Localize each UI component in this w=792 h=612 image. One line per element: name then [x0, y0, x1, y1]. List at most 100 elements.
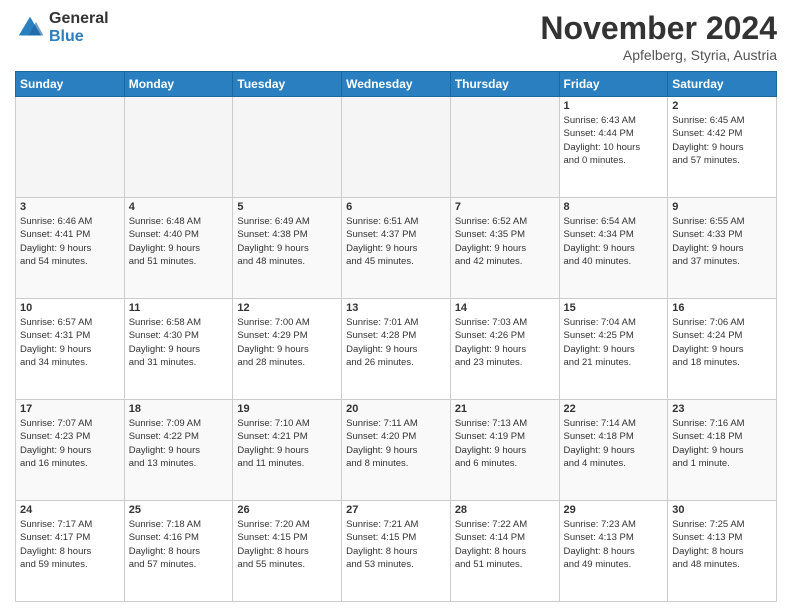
location: Apfelberg, Styria, Austria: [540, 47, 777, 63]
day-number: 9: [672, 201, 772, 213]
day-info: Sunrise: 6:46 AM Sunset: 4:41 PM Dayligh…: [20, 215, 120, 268]
week-row-0: 1Sunrise: 6:43 AM Sunset: 4:44 PM Daylig…: [16, 97, 777, 198]
day-cell-3-6: 23 Sunrise: 7:16 AM Sunset: 4:18 PM Dayli…: [668, 400, 777, 501]
day-number: 23: [672, 403, 772, 415]
day-cell-1-5: 8Sunrise: 6:54 AM Sunset: 4:34 PM Daylig…: [559, 198, 668, 299]
day-info: Sunrise: 7:11 AM Sunset: 4:20 PM Dayligh…: [346, 417, 446, 470]
day-info: Sunrise: 6:54 AM Sunset: 4:34 PM Dayligh…: [564, 215, 664, 268]
day-cell-0-6: 2 Sunrise: 6:45 AM Sunset: 4:42 PM Daylig…: [668, 97, 777, 198]
day-cell-2-3: 13Sunrise: 7:01 AM Sunset: 4:28 PM Dayli…: [342, 299, 451, 400]
day-number: 2: [672, 100, 772, 112]
calendar-header-row: Sunday Monday Tuesday Wednesday Thursday…: [16, 72, 777, 97]
day-number: 12: [237, 302, 337, 314]
day-cell-2-6: 16 Sunrise: 7:06 AM Sunset: 4:24 PM Dayli…: [668, 299, 777, 400]
day-info: Sunrise: 7:06 AM Sunset: 4:24 PM Dayligh…: [672, 316, 772, 369]
day-number: 7: [455, 201, 555, 213]
logo-blue: Blue: [49, 28, 109, 46]
logo-text: General Blue: [49, 10, 109, 45]
day-cell-0-4: [450, 97, 559, 198]
day-number: 6: [346, 201, 446, 213]
header-thursday: Thursday: [450, 72, 559, 97]
header-tuesday: Tuesday: [233, 72, 342, 97]
day-number: 10: [20, 302, 120, 314]
day-number: 27: [346, 504, 446, 516]
day-cell-2-5: 15 Sunrise: 7:04 AM Sunset: 4:25 PM Dayli…: [559, 299, 668, 400]
day-info: Sunrise: 6:45 AM Sunset: 4:42 PM Dayligh…: [672, 114, 772, 167]
day-number: 17: [20, 403, 120, 415]
day-cell-2-4: 14 Sunrise: 7:03 AM Sunset: 4:26 PM Dayli…: [450, 299, 559, 400]
day-info: Sunrise: 7:18 AM Sunset: 4:16 PM Dayligh…: [129, 518, 229, 571]
week-row-2: 10Sunrise: 6:57 AM Sunset: 4:31 PM Dayli…: [16, 299, 777, 400]
day-number: 18: [129, 403, 229, 415]
header-friday: Friday: [559, 72, 668, 97]
day-cell-0-5: 1Sunrise: 6:43 AM Sunset: 4:44 PM Daylig…: [559, 97, 668, 198]
day-number: 20: [346, 403, 446, 415]
day-cell-4-2: 26 Sunrise: 7:20 AM Sunset: 4:15 PM Dayli…: [233, 501, 342, 602]
week-row-3: 17 Sunrise: 7:07 AM Sunset: 4:23 PM Dayli…: [16, 400, 777, 501]
day-cell-3-5: 22Sunrise: 7:14 AM Sunset: 4:18 PM Dayli…: [559, 400, 668, 501]
week-row-4: 24 Sunrise: 7:17 AM Sunset: 4:17 PM Dayli…: [16, 501, 777, 602]
day-cell-3-4: 21 Sunrise: 7:13 AM Sunset: 4:19 PM Dayli…: [450, 400, 559, 501]
day-info: Sunrise: 7:00 AM Sunset: 4:29 PM Dayligh…: [237, 316, 337, 369]
day-cell-3-3: 20 Sunrise: 7:11 AM Sunset: 4:20 PM Dayli…: [342, 400, 451, 501]
day-info: Sunrise: 7:17 AM Sunset: 4:17 PM Dayligh…: [20, 518, 120, 571]
header-wednesday: Wednesday: [342, 72, 451, 97]
day-cell-4-5: 29 Sunrise: 7:23 AM Sunset: 4:13 PM Dayli…: [559, 501, 668, 602]
day-info: Sunrise: 7:10 AM Sunset: 4:21 PM Dayligh…: [237, 417, 337, 470]
page: General Blue November 2024 Apfelberg, St…: [0, 0, 792, 612]
day-info: Sunrise: 7:16 AM Sunset: 4:18 PM Dayligh…: [672, 417, 772, 470]
day-info: Sunrise: 6:43 AM Sunset: 4:44 PM Dayligh…: [564, 114, 664, 167]
day-info: Sunrise: 7:07 AM Sunset: 4:23 PM Dayligh…: [20, 417, 120, 470]
day-info: Sunrise: 7:22 AM Sunset: 4:14 PM Dayligh…: [455, 518, 555, 571]
header-monday: Monday: [124, 72, 233, 97]
day-info: Sunrise: 7:23 AM Sunset: 4:13 PM Dayligh…: [564, 518, 664, 571]
day-info: Sunrise: 7:04 AM Sunset: 4:25 PM Dayligh…: [564, 316, 664, 369]
calendar-table: Sunday Monday Tuesday Wednesday Thursday…: [15, 71, 777, 602]
day-cell-0-0: [16, 97, 125, 198]
day-cell-3-0: 17 Sunrise: 7:07 AM Sunset: 4:23 PM Dayli…: [16, 400, 125, 501]
day-cell-0-3: [342, 97, 451, 198]
day-info: Sunrise: 6:58 AM Sunset: 4:30 PM Dayligh…: [129, 316, 229, 369]
logo-general: General: [49, 10, 109, 28]
day-cell-2-1: 11Sunrise: 6:58 AM Sunset: 4:30 PM Dayli…: [124, 299, 233, 400]
day-number: 24: [20, 504, 120, 516]
day-number: 16: [672, 302, 772, 314]
day-info: Sunrise: 6:49 AM Sunset: 4:38 PM Dayligh…: [237, 215, 337, 268]
day-cell-0-1: [124, 97, 233, 198]
day-number: 30: [672, 504, 772, 516]
day-number: 26: [237, 504, 337, 516]
day-info: Sunrise: 7:14 AM Sunset: 4:18 PM Dayligh…: [564, 417, 664, 470]
day-number: 29: [564, 504, 664, 516]
day-cell-2-0: 10Sunrise: 6:57 AM Sunset: 4:31 PM Dayli…: [16, 299, 125, 400]
day-number: 15: [564, 302, 664, 314]
title-block: November 2024 Apfelberg, Styria, Austria: [540, 10, 777, 63]
day-number: 25: [129, 504, 229, 516]
week-row-1: 3 Sunrise: 6:46 AM Sunset: 4:41 PM Daylig…: [16, 198, 777, 299]
day-info: Sunrise: 7:20 AM Sunset: 4:15 PM Dayligh…: [237, 518, 337, 571]
day-cell-4-1: 25 Sunrise: 7:18 AM Sunset: 4:16 PM Dayli…: [124, 501, 233, 602]
day-cell-3-1: 18 Sunrise: 7:09 AM Sunset: 4:22 PM Dayli…: [124, 400, 233, 501]
day-info: Sunrise: 7:21 AM Sunset: 4:15 PM Dayligh…: [346, 518, 446, 571]
day-number: 21: [455, 403, 555, 415]
logo-icon: [15, 13, 45, 43]
day-info: Sunrise: 7:13 AM Sunset: 4:19 PM Dayligh…: [455, 417, 555, 470]
day-info: Sunrise: 6:48 AM Sunset: 4:40 PM Dayligh…: [129, 215, 229, 268]
day-info: Sunrise: 7:09 AM Sunset: 4:22 PM Dayligh…: [129, 417, 229, 470]
day-info: Sunrise: 7:25 AM Sunset: 4:13 PM Dayligh…: [672, 518, 772, 571]
day-info: Sunrise: 6:55 AM Sunset: 4:33 PM Dayligh…: [672, 215, 772, 268]
header-sunday: Sunday: [16, 72, 125, 97]
day-number: 4: [129, 201, 229, 213]
header-saturday: Saturday: [668, 72, 777, 97]
day-cell-3-2: 19Sunrise: 7:10 AM Sunset: 4:21 PM Dayli…: [233, 400, 342, 501]
day-info: Sunrise: 6:52 AM Sunset: 4:35 PM Dayligh…: [455, 215, 555, 268]
day-number: 3: [20, 201, 120, 213]
day-cell-1-4: 7 Sunrise: 6:52 AM Sunset: 4:35 PM Daylig…: [450, 198, 559, 299]
day-cell-1-3: 6Sunrise: 6:51 AM Sunset: 4:37 PM Daylig…: [342, 198, 451, 299]
day-number: 14: [455, 302, 555, 314]
day-info: Sunrise: 7:01 AM Sunset: 4:28 PM Dayligh…: [346, 316, 446, 369]
day-cell-4-0: 24 Sunrise: 7:17 AM Sunset: 4:17 PM Dayli…: [16, 501, 125, 602]
day-cell-1-1: 4 Sunrise: 6:48 AM Sunset: 4:40 PM Daylig…: [124, 198, 233, 299]
day-cell-1-6: 9 Sunrise: 6:55 AM Sunset: 4:33 PM Daylig…: [668, 198, 777, 299]
day-number: 5: [237, 201, 337, 213]
day-info: Sunrise: 7:03 AM Sunset: 4:26 PM Dayligh…: [455, 316, 555, 369]
